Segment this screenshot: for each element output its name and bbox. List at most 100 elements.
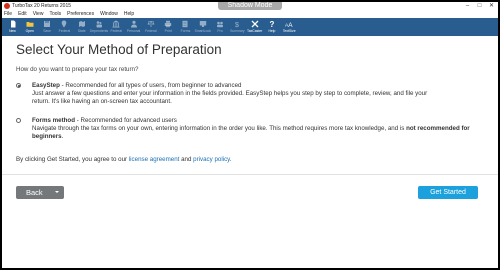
tool-label: Federal (110, 29, 123, 33)
get-started-button[interactable]: Get Started (418, 186, 478, 199)
forms-method-radio[interactable] (16, 118, 21, 123)
question-text: How do you want to prepare your tax retu… (16, 66, 139, 73)
tool-label: Open (25, 29, 34, 33)
tool-open[interactable]: Open (21, 18, 38, 36)
smartlook-icon (199, 20, 207, 28)
chevron-down-icon[interactable] (55, 191, 59, 193)
tool-personal[interactable]: Personal (125, 18, 142, 36)
tool-label: Forms (180, 29, 191, 33)
new-file-icon (9, 20, 17, 28)
window-controls: – □ ✕ (463, 2, 496, 10)
turbotax-window: TurboTax 20 Returns 2015 Shadow Mode – □… (2, 2, 498, 268)
tool-print[interactable]: Print (160, 18, 177, 36)
tool-taxcaster[interactable]: TaxCaster (246, 18, 263, 36)
person-icon (130, 20, 138, 28)
save-icon (43, 20, 51, 28)
agreement-prefix: By clicking Get Started, you agree to ou… (16, 156, 129, 163)
privacy-policy-link[interactable]: privacy policy (193, 156, 230, 163)
forms-method-desc-text: Navigate through the tax forms on your o… (32, 125, 407, 132)
maximize-icon[interactable]: □ (475, 2, 484, 10)
easystep-desc-line2: return. It's like having an on-screen ta… (32, 98, 172, 106)
window-title: TurboTax 20 Returns 2015 (12, 3, 72, 9)
agreement-text: By clicking Get Started, you agree to ou… (16, 156, 232, 163)
help-icon: ? (268, 20, 276, 28)
summary-icon: $ (233, 20, 241, 28)
tool-pro[interactable]: Pro (212, 18, 229, 36)
footer-divider (2, 174, 498, 175)
scale-icon (147, 20, 155, 28)
easystep-summary: - Recommended for all types of users, fr… (59, 82, 242, 89)
menu-file[interactable]: File (4, 10, 12, 18)
easystep-description: Just answer a few questions and enter yo… (32, 90, 472, 107)
tool-label: Personal (126, 29, 141, 33)
tool-text-size[interactable]: AA TextSize (281, 18, 298, 36)
tool-new[interactable]: New (4, 18, 21, 36)
easystep-desc-line1: Just answer a few questions and enter yo… (32, 90, 428, 97)
menu-edit[interactable]: Edit (18, 10, 27, 18)
taxcaster-icon (251, 20, 259, 28)
svg-text:?: ? (270, 20, 275, 28)
toolbar: New Open Save Federal State Dependents F… (2, 18, 498, 36)
menu-view[interactable]: View (33, 10, 44, 18)
forms-method-description: Navigate through the tax forms on your o… (32, 125, 472, 142)
option-easystep[interactable]: EasyStep - Recommended for all types of … (16, 82, 486, 122)
dependents-icon (95, 20, 103, 28)
svg-text:A: A (288, 22, 293, 28)
back-button[interactable]: Back (16, 186, 64, 199)
tool-label: SmartLook (194, 29, 211, 33)
tool-label: New (9, 29, 16, 33)
tool-label: Print (164, 29, 172, 33)
building-icon (112, 20, 120, 28)
menu-preferences[interactable]: Preferences (67, 10, 94, 18)
forms-method-summary: - Recommended for advanced users (74, 117, 177, 124)
tool-label: Pro (217, 29, 223, 33)
tool-label: Dependents (89, 29, 109, 33)
svg-text:$: $ (235, 22, 239, 28)
tool-label: State (77, 29, 86, 33)
menu-window[interactable]: Window (100, 10, 118, 18)
forms-method-desc-end: . (61, 133, 64, 141)
forms-method-name: Forms method (32, 117, 75, 124)
close-icon[interactable]: ✕ (487, 2, 496, 10)
map-pin-icon (60, 20, 68, 28)
agreement-and: and (179, 156, 194, 163)
easystep-name: EasyStep (32, 82, 60, 89)
tool-smartlook[interactable]: SmartLook (194, 18, 211, 36)
page-title: Select Your Method of Preparation (16, 42, 222, 57)
print-icon (164, 20, 172, 28)
title-bar: TurboTax 20 Returns 2015 Shadow Mode – □… (2, 2, 498, 10)
easystep-heading: EasyStep - Recommended for all types of … (32, 82, 241, 90)
tool-dependents[interactable]: Dependents (89, 18, 109, 36)
back-button-label: Back (26, 188, 43, 197)
tool-label: Federal (145, 29, 157, 33)
tool-federal-review[interactable]: Federal (142, 18, 159, 36)
menu-help[interactable]: Help (124, 10, 134, 18)
map-icon (78, 20, 86, 28)
menu-tools[interactable]: Tools (49, 10, 61, 18)
license-agreement-link[interactable]: license agreement (129, 156, 180, 163)
forms-icon (181, 20, 189, 28)
minimize-icon[interactable]: – (463, 2, 472, 10)
tool-state[interactable]: State (73, 18, 90, 36)
tool-help[interactable]: ? Help (263, 18, 280, 36)
agreement-suffix: . (229, 156, 232, 163)
tool-federal-building[interactable]: Federal (108, 18, 125, 36)
tool-label: Save (43, 29, 51, 33)
shadow-mode-badge: Shadow Mode (218, 2, 282, 10)
tool-label: Federal (58, 29, 71, 33)
tool-label: TextSize (282, 29, 296, 33)
tool-label: Help (268, 29, 276, 33)
tool-save[interactable]: Save (39, 18, 56, 36)
easystep-radio[interactable] (16, 83, 21, 88)
tool-summary[interactable]: $ Summary (229, 18, 246, 36)
tool-label: Summary (230, 29, 245, 33)
menu-bar: File Edit View Tools Preferences Window … (2, 10, 498, 18)
folder-open-icon (26, 20, 34, 28)
tool-label: TaxCaster (247, 29, 263, 33)
turbotax-logo-icon (4, 3, 10, 9)
pro-icon (216, 20, 224, 28)
tool-forms[interactable]: Forms (177, 18, 194, 36)
option-forms-method[interactable]: Forms method - Recommended for advanced … (16, 117, 486, 149)
forms-method-heading: Forms method - Recommended for advanced … (32, 117, 177, 125)
tool-federal[interactable]: Federal (56, 18, 73, 36)
